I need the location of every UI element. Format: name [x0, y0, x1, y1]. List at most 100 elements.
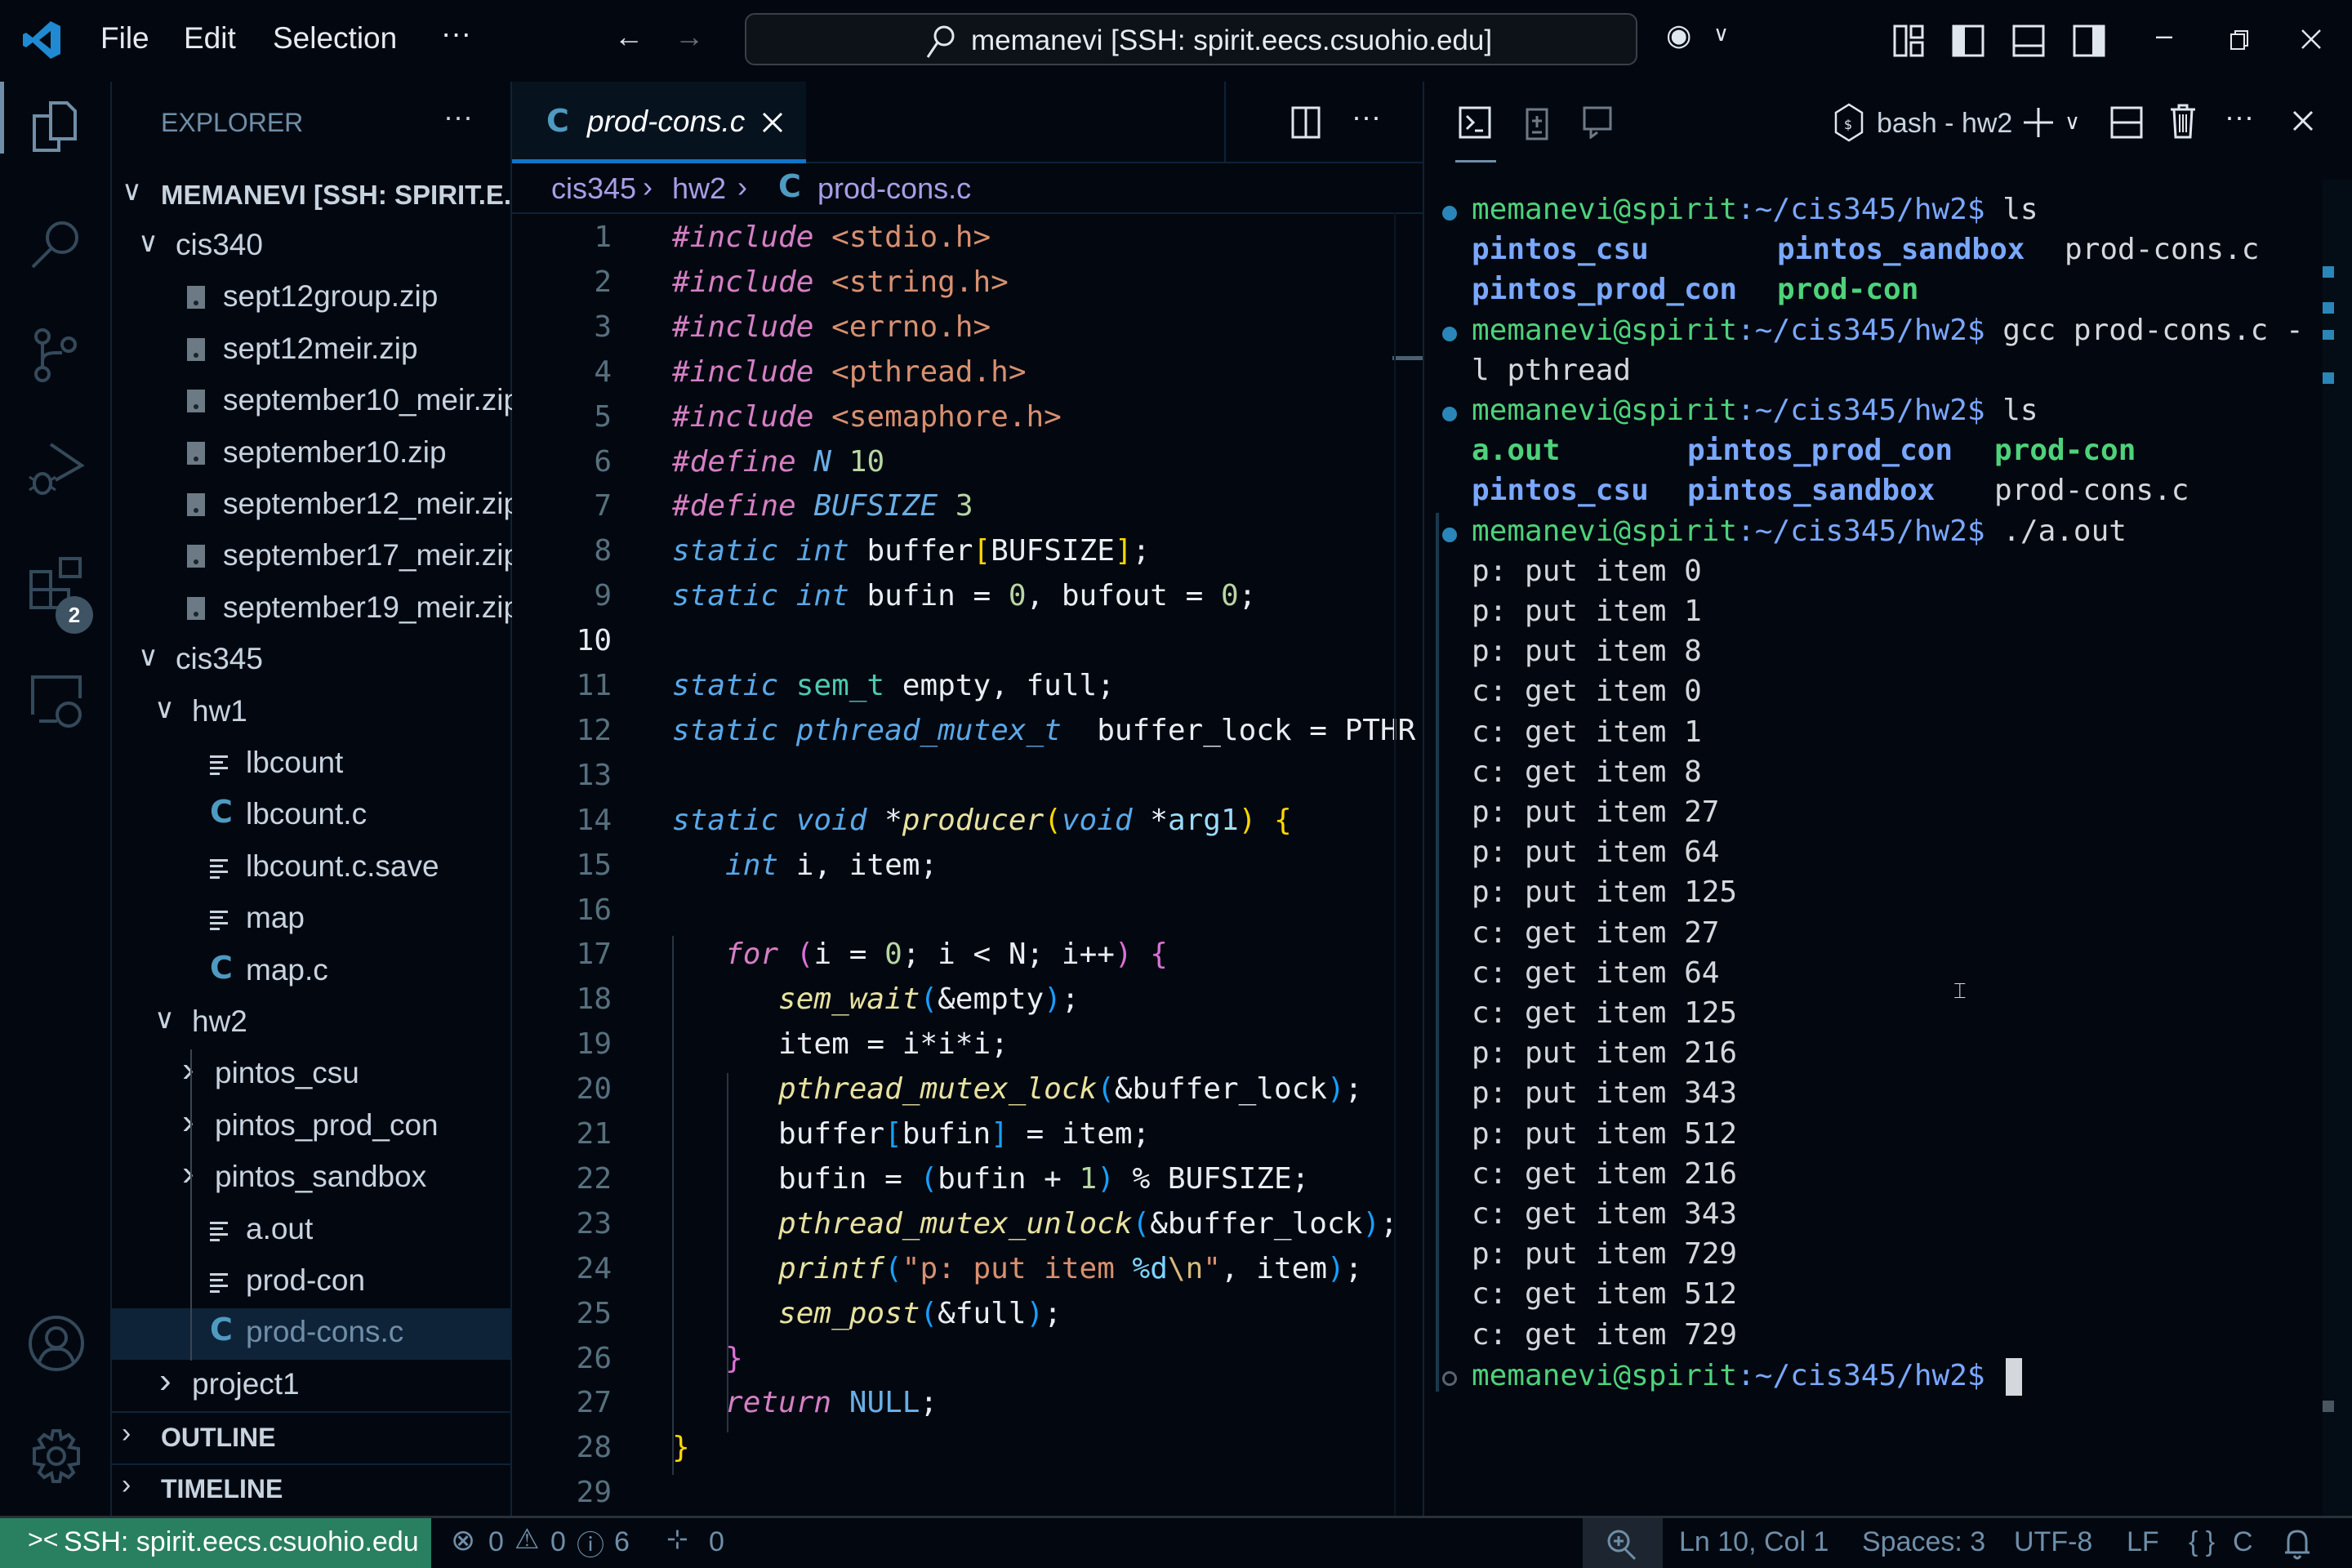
forward-arrow-icon[interactable]: →	[675, 20, 704, 54]
customize-layout-icon[interactable]	[1893, 24, 1926, 57]
code-line[interactable]: 4 #include <pthread.h>	[512, 349, 1423, 394]
code-line[interactable]: 9 static int bufin = 0, bufout = 0;	[512, 572, 1423, 617]
code-line[interactable]: 28}	[512, 1424, 1423, 1469]
breadcrumb-hw2[interactable]: hw2	[672, 172, 726, 206]
tree-item[interactable]: prod-con	[112, 1257, 510, 1308]
code-line[interactable]: 15 int i, item;	[512, 842, 1423, 887]
code-line[interactable]: 12 static pthread_mutex_t buffer_lock = P…	[512, 707, 1423, 752]
remote-explorer-icon[interactable]	[28, 674, 85, 731]
tab-prod-cons-c[interactable]: C prod-cons.c	[512, 82, 806, 163]
tree-item[interactable]: lbcount	[112, 739, 510, 791]
tree-item[interactable]: › pintos_prod_con	[112, 1102, 510, 1153]
code-line[interactable]: 26 }	[512, 1335, 1423, 1380]
tree-item[interactable]: ∨ hw2	[112, 998, 510, 1049]
restore-window-icon[interactable]	[2228, 28, 2252, 52]
tree-item[interactable]: › project1	[112, 1361, 510, 1412]
menu-file[interactable]: File	[100, 21, 149, 56]
code-line[interactable]: 18 sem_wait(&empty);	[512, 976, 1423, 1021]
terminal-more-actions-button[interactable]: ···	[2225, 100, 2254, 134]
code-line[interactable]: 25 sem_post(&full);	[512, 1290, 1423, 1335]
code-line[interactable]: 11 static sem_t empty, full;	[512, 662, 1423, 707]
code-line[interactable]: 20 pthread_mutex_lock(&buffer_lock);	[512, 1066, 1423, 1111]
tree-item[interactable]: a.out	[112, 1205, 510, 1257]
tree-item[interactable]: ∨ hw1	[112, 688, 510, 739]
code-line[interactable]: 29	[512, 1469, 1423, 1514]
close-window-icon[interactable]	[2300, 28, 2323, 51]
remote-indicator-button[interactable]: >< SSH: spirit.eecs.csuohio.edu	[0, 1518, 431, 1568]
code-line[interactable]: 1 #include <stdio.h>	[512, 214, 1423, 259]
tree-item[interactable]: › pintos_csu	[112, 1049, 510, 1101]
encoding[interactable]: UTF-8	[2014, 1526, 2092, 1558]
search-icon[interactable]	[28, 216, 85, 274]
output-icon[interactable]	[1526, 105, 1553, 140]
terminal-output[interactable]: memanevi@spirit:~/cis345/hw2$ ls pintos_c…	[1424, 188, 2323, 1494]
menu-selection[interactable]: Selection	[273, 21, 397, 56]
code-line[interactable]: 3 #include <errno.h>	[512, 304, 1423, 349]
debug-console-icon[interactable]	[1581, 106, 1614, 139]
source-control-icon[interactable]	[28, 327, 85, 384]
terminal-tab-label[interactable]: bash - hw2	[1877, 108, 2012, 140]
code-line[interactable]: 22 bufin = (bufin + 1) % BUFSIZE;	[512, 1156, 1423, 1200]
command-decoration-icon[interactable]	[1442, 326, 1457, 341]
toggle-secondary-sidebar-icon[interactable]	[2073, 24, 2105, 57]
tree-item[interactable]: lbcount.c.save	[112, 843, 510, 894]
account-icon[interactable]	[28, 1315, 85, 1372]
toggle-panel-icon[interactable]	[2012, 24, 2045, 57]
command-decoration-icon[interactable]	[1442, 1370, 1457, 1386]
command-decoration-icon[interactable]	[1442, 527, 1457, 542]
tree-item[interactable]: › pintos_sandbox	[112, 1153, 510, 1205]
new-terminal-plus-icon[interactable]	[2022, 106, 2055, 139]
tree-item[interactable]: ∨ cis340	[112, 221, 510, 273]
code-line[interactable]: 27 return NULL;	[512, 1379, 1423, 1424]
code-line[interactable]: 2 #include <string.h>	[512, 259, 1423, 304]
terminal-profile-chevron-icon[interactable]: ∨	[2065, 109, 2080, 135]
ports-button[interactable]: ⊹ 0	[666, 1518, 740, 1568]
explorer-more-button[interactable]: ···	[443, 100, 473, 134]
run-debug-icon[interactable]	[28, 441, 85, 498]
tree-item[interactable]: sept12group.zip	[112, 273, 510, 324]
workspace-root[interactable]: ∨ MEMANEVI [SSH: SPIRIT.E...	[112, 170, 526, 221]
editor-more-actions-button[interactable]: ···	[1352, 100, 1381, 134]
code-line[interactable]: 16	[512, 887, 1423, 932]
close-tab-icon[interactable]	[761, 111, 784, 134]
back-arrow-icon[interactable]: ←	[614, 20, 644, 54]
code-line[interactable]: 13	[512, 752, 1423, 797]
notifications-bell-icon[interactable]	[2283, 1528, 2311, 1561]
menu-more-button[interactable]: ···	[441, 16, 471, 51]
tree-item[interactable]: Cprod-cons.c	[112, 1308, 510, 1361]
tree-item[interactable]: Cmap.c	[112, 947, 510, 998]
timeline-section[interactable]: › TIMELINE	[112, 1464, 510, 1516]
menu-edit[interactable]: Edit	[184, 21, 236, 56]
kill-terminal-trash-icon[interactable]	[2169, 103, 2197, 139]
tree-item[interactable]: september19_meir.zip	[112, 584, 520, 635]
copilot-chevron-down-icon[interactable]: ∨	[1713, 21, 1729, 47]
toggle-primary-sidebar-icon[interactable]	[1952, 24, 1984, 57]
breadcrumb-cis345[interactable]: cis345	[551, 172, 636, 206]
settings-gear-icon[interactable]	[28, 1428, 85, 1485]
code-line[interactable]: 5 #include <semaphore.h>	[512, 394, 1423, 439]
tree-item[interactable]: sept12meir.zip	[112, 325, 510, 376]
tree-item[interactable]: map	[112, 894, 510, 946]
copilot-icon[interactable]: ◉	[1666, 18, 1691, 52]
code-line[interactable]: 24 printf("p: put item %d\n", item);	[512, 1245, 1423, 1290]
code-line[interactable]: 8 static int buffer[BUFSIZE];	[512, 528, 1423, 572]
minimize-window-icon[interactable]: –	[2156, 18, 2172, 52]
command-center-search[interactable]: memanevi [SSH: spirit.eecs.csuohio.edu]	[745, 13, 1637, 65]
code-line[interactable]: 17 for (i = 0; i < N; i++) {	[512, 931, 1423, 976]
code-line[interactable]: 21 buffer[bufin] = item;	[512, 1111, 1423, 1156]
code-line[interactable]: 10	[512, 617, 1423, 662]
breadcrumb-prod-cons-c[interactable]: prod-cons.c	[817, 172, 971, 206]
cursor-position[interactable]: Ln 10, Col 1	[1679, 1526, 1829, 1558]
command-decoration-icon[interactable]	[1442, 407, 1457, 421]
explorer-icon[interactable]	[28, 98, 85, 155]
zoom-button[interactable]	[1583, 1518, 1663, 1568]
indentation[interactable]: Spaces: 3	[1862, 1526, 1985, 1558]
code-line[interactable]: 7 #define BUFSIZE 3	[512, 483, 1423, 528]
code-line[interactable]: 23 pthread_mutex_unlock(&buffer_lock);	[512, 1200, 1423, 1245]
code-line[interactable]: 6 #define N 10	[512, 439, 1423, 483]
language-mode[interactable]: C	[2233, 1526, 2253, 1558]
outline-section[interactable]: › OUTLINE	[112, 1413, 510, 1464]
code-line[interactable]: 14 static void *producer(void *arg1) {	[512, 797, 1423, 842]
tree-item[interactable]: september12_meir.zip	[112, 480, 520, 532]
command-decoration-icon[interactable]	[1442, 206, 1457, 220]
